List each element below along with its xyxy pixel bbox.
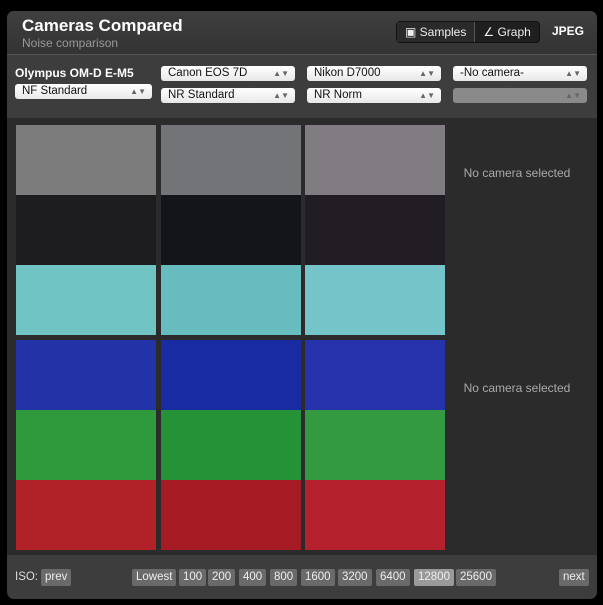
- noise-sample-swatch: [305, 125, 445, 195]
- no-camera-label: No camera selected: [463, 381, 571, 395]
- noise-sample-swatch: [16, 480, 156, 550]
- noise-sample-swatch: [16, 195, 156, 265]
- samples-grid: No camera selected No camera selected: [7, 118, 597, 555]
- select-value: -No camera-: [460, 67, 524, 79]
- camera-3-select[interactable]: Nikon D7000 ▲▼: [307, 66, 441, 81]
- iso-next-button[interactable]: next: [559, 569, 589, 586]
- camera-4-setting-select: ▲▼: [453, 88, 587, 103]
- updown-icon: ▲▼: [273, 69, 289, 78]
- tab-graph[interactable]: ∠ Graph: [475, 22, 538, 42]
- iso-option-400[interactable]: 400: [239, 569, 267, 586]
- updown-icon: ▲▼: [130, 87, 146, 96]
- iso-option-800[interactable]: 800: [270, 569, 298, 586]
- camera-2-select[interactable]: Canon EOS 7D ▲▼: [161, 66, 295, 81]
- header: Cameras Compared Noise comparison ▣ Samp…: [7, 11, 597, 55]
- updown-icon: ▲▼: [565, 69, 581, 78]
- noise-sample-swatch: [161, 480, 301, 550]
- iso-option-3200[interactable]: 3200: [338, 569, 372, 586]
- iso-option-100[interactable]: 100: [179, 569, 207, 586]
- noise-sample-swatch: [16, 125, 156, 195]
- tab-samples[interactable]: ▣ Samples: [397, 22, 476, 42]
- updown-icon: ▲▼: [419, 91, 435, 100]
- camera-2-setting-select[interactable]: NR Standard ▲▼: [161, 88, 295, 103]
- iso-option-lowest[interactable]: Lowest: [132, 569, 177, 586]
- camera-4-select[interactable]: -No camera- ▲▼: [453, 66, 587, 81]
- select-value: NR Norm: [314, 89, 362, 101]
- format-label[interactable]: JPEG: [552, 24, 584, 38]
- updown-icon: ▲▼: [565, 91, 581, 100]
- view-toggle: ▣ Samples ∠ Graph: [396, 21, 540, 43]
- noise-sample-swatch: [16, 340, 156, 410]
- page-subtitle: Noise comparison: [22, 36, 119, 50]
- iso-option-12800[interactable]: 12800: [414, 569, 454, 586]
- samples-icon: ▣: [405, 25, 420, 39]
- cameras-compared-panel: Cameras Compared Noise comparison ▣ Samp…: [7, 11, 597, 599]
- noise-sample-swatch: [161, 410, 301, 480]
- noise-sample-swatch: [305, 265, 445, 335]
- noise-sample-swatch: [16, 265, 156, 335]
- noise-sample-swatch: [16, 410, 156, 480]
- iso-prev-button[interactable]: prev: [41, 569, 72, 586]
- noise-sample-swatch: [305, 410, 445, 480]
- select-value: NF Standard: [22, 85, 88, 97]
- select-value: Nikon D7000: [314, 67, 381, 79]
- iso-label: ISO:: [15, 571, 39, 583]
- noise-sample-swatch: [305, 480, 445, 550]
- iso-option-200[interactable]: 200: [208, 569, 236, 586]
- noise-sample-swatch: [161, 265, 301, 335]
- page-title: Cameras Compared: [22, 16, 183, 35]
- noise-sample-swatch: [161, 195, 301, 265]
- camera-3-setting-select[interactable]: NR Norm ▲▼: [307, 88, 441, 103]
- noise-sample-swatch: [305, 340, 445, 410]
- camera-1-name: Olympus OM-D E-M5: [15, 66, 134, 80]
- select-value: NR Standard: [168, 89, 235, 101]
- iso-option-1600[interactable]: 1600: [301, 569, 335, 586]
- noise-sample-swatch: [305, 195, 445, 265]
- iso-option-25600[interactable]: 25600: [456, 569, 496, 586]
- noise-sample-swatch: [161, 340, 301, 410]
- updown-icon: ▲▼: [419, 69, 435, 78]
- camera-1-setting-select[interactable]: NF Standard ▲▼: [15, 84, 152, 99]
- no-camera-label: No camera selected: [463, 166, 571, 180]
- updown-icon: ▲▼: [273, 91, 289, 100]
- noise-sample-swatch: [161, 125, 301, 195]
- select-value: Canon EOS 7D: [168, 67, 248, 79]
- graph-icon: ∠: [483, 25, 498, 39]
- iso-option-6400[interactable]: 6400: [376, 569, 410, 586]
